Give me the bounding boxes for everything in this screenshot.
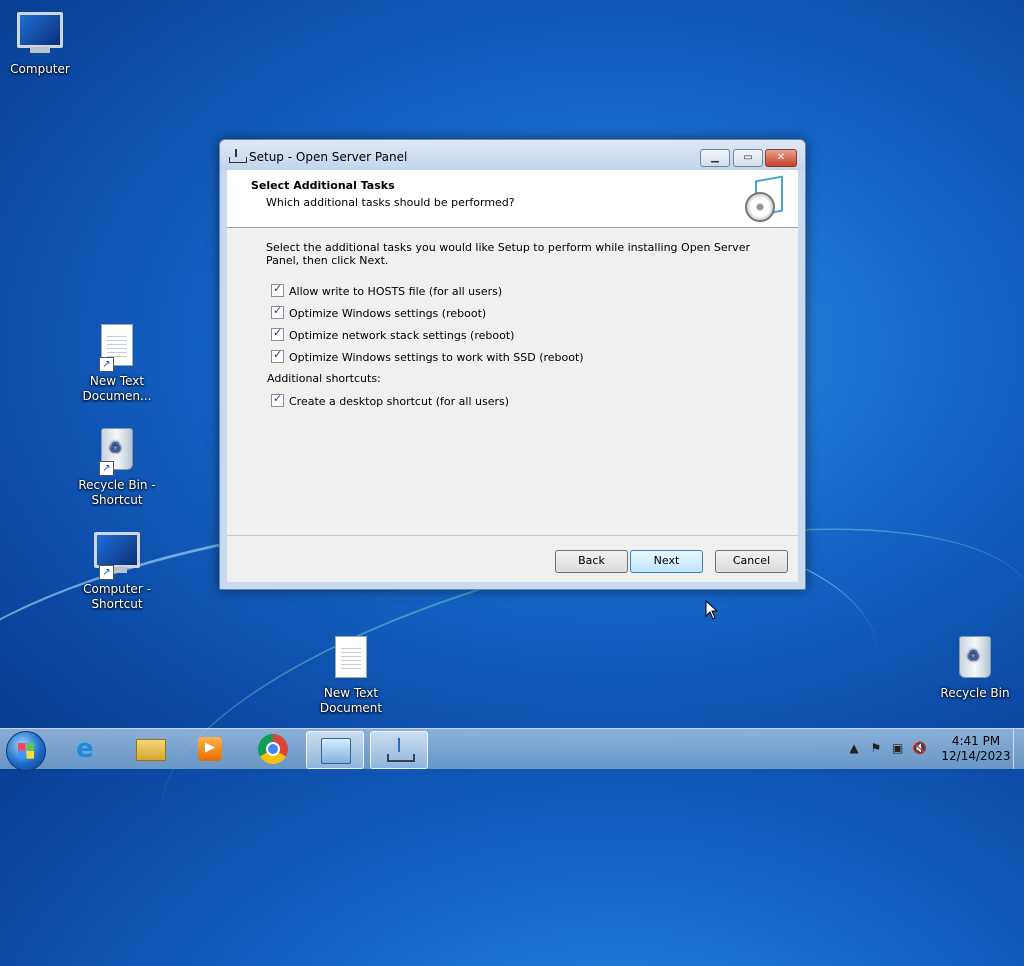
shortcut-arrow-icon: ↗	[99, 461, 114, 476]
desktop-icon-label: Recycle Bin - Shortcut	[78, 478, 156, 507]
checkbox-label: Optimize network stack settings (reboot)	[289, 329, 515, 342]
taskbar-internet-explorer[interactable]: e	[62, 731, 118, 767]
taskbar-file-explorer[interactable]	[122, 731, 178, 767]
checkbox-label: Create a desktop shortcut (for all users…	[289, 395, 510, 408]
recycle-bin-icon	[951, 636, 999, 684]
task-checkbox-desktop-shortcut[interactable]: Create a desktop shortcut (for all users…	[271, 392, 510, 408]
checkbox[interactable]	[271, 326, 284, 341]
chrome-icon	[258, 734, 288, 764]
desktop-icon-label: New Text Documen...	[82, 374, 152, 403]
close-button[interactable]: ✕	[765, 149, 797, 167]
footer-divider	[227, 535, 798, 536]
wizard-client-area: Select Additional Tasks Which additional…	[227, 170, 798, 582]
page-subtitle: Which additional tasks should be perform…	[266, 196, 515, 209]
mouse-cursor-icon	[705, 600, 719, 620]
task-checkbox-ssd[interactable]: Optimize Windows settings to work with S…	[271, 348, 584, 364]
show-desktop-button[interactable]	[1013, 729, 1024, 769]
desktop-icon-recycle-bin[interactable]: Recycle Bin	[935, 632, 1015, 701]
maximize-button[interactable]: ▭	[733, 149, 763, 167]
show-hidden-icons-icon[interactable]: ▲	[845, 741, 863, 755]
checkbox[interactable]	[271, 304, 284, 319]
volume-muted-icon[interactable]: 🔇	[910, 741, 928, 755]
desktop-icon-recycle-bin-shortcut[interactable]: ↗ Recycle Bin - Shortcut	[77, 424, 157, 508]
folder-icon	[136, 739, 166, 761]
wizard-header: Select Additional Tasks Which additional…	[227, 170, 798, 228]
window-title: Setup - Open Server Panel	[249, 150, 408, 164]
taskbar-media-player[interactable]	[182, 731, 238, 767]
network-icon[interactable]: ▣	[889, 741, 907, 755]
desktop-icon-label: New Text Document	[319, 686, 383, 715]
text-document-icon: ↗	[93, 324, 141, 372]
checkbox[interactable]	[271, 392, 284, 407]
checkbox-label: Optimize Windows settings (reboot)	[289, 307, 487, 320]
media-player-icon	[198, 737, 222, 761]
desktop-icon-computer[interactable]: Computer	[0, 8, 80, 77]
checkbox[interactable]	[271, 282, 284, 297]
shortcut-arrow-icon: ↗	[99, 357, 114, 372]
checkbox[interactable]	[271, 348, 284, 363]
desktop-icon-new-text-document-2[interactable]: New Text Document	[311, 632, 391, 716]
taskbar-control-panel[interactable]	[306, 731, 364, 769]
taskbar-setup[interactable]	[370, 731, 428, 769]
minimize-button[interactable]: ▁	[700, 149, 730, 167]
task-checkbox-hosts[interactable]: Allow write to HOSTS file (for all users…	[271, 282, 503, 298]
setup-box-icon	[745, 174, 789, 222]
desktop-icon-label: Computer - Shortcut	[83, 582, 151, 611]
page-title: Select Additional Tasks	[251, 179, 395, 192]
back-button[interactable]: Back	[555, 550, 628, 573]
clock-time: 4:41 PM	[951, 734, 1001, 748]
cancel-button[interactable]: Cancel	[715, 550, 788, 573]
title-bar[interactable]: Setup - Open Server Panel ▁ ▭ ✕	[220, 140, 805, 170]
task-checkbox-windows-settings[interactable]: Optimize Windows settings (reboot)	[271, 304, 487, 320]
system-tray: ▲ ⚑ ▣ 🔇	[845, 741, 928, 755]
setup-window: Setup - Open Server Panel ▁ ▭ ✕ Select A…	[219, 139, 806, 590]
taskbar: e ▲ ⚑ ▣ 🔇 4:41 PM 12/14/2023	[0, 728, 1024, 771]
recycle-bin-icon: ↗	[93, 428, 141, 476]
desktop-icon-label: Recycle Bin	[940, 686, 1010, 700]
shortcut-arrow-icon: ↗	[99, 565, 114, 580]
setup-icon	[229, 149, 247, 163]
start-button[interactable]	[6, 731, 46, 771]
taskbar-chrome[interactable]	[245, 731, 301, 767]
setup-icon	[387, 754, 415, 762]
control-panel-icon	[321, 738, 351, 764]
checkbox-label: Optimize Windows settings to work with S…	[289, 351, 584, 364]
desktop-icon-label: Computer	[10, 62, 70, 76]
task-checkbox-network-stack[interactable]: Optimize network stack settings (reboot)	[271, 326, 515, 342]
checkbox-label: Allow write to HOSTS file (for all users…	[289, 285, 503, 298]
clock-date: 12/14/2023	[941, 749, 1011, 763]
instructions-text: Select the additional tasks you would li…	[266, 241, 750, 267]
next-button[interactable]: Next	[630, 550, 703, 573]
windows-logo-icon	[18, 743, 34, 759]
action-center-flag-icon[interactable]: ⚑	[867, 741, 885, 755]
clock[interactable]: 4:41 PM 12/14/2023	[938, 734, 1014, 764]
text-document-icon	[327, 636, 375, 684]
computer-icon	[16, 12, 64, 60]
additional-shortcuts-label: Additional shortcuts:	[267, 372, 381, 385]
computer-icon: ↗	[93, 532, 141, 580]
internet-explorer-icon: e	[76, 734, 94, 764]
desktop-icon-computer-shortcut[interactable]: ↗ Computer - Shortcut	[77, 528, 157, 612]
desktop-icon-new-text-document-1[interactable]: ↗ New Text Documen...	[77, 320, 157, 404]
